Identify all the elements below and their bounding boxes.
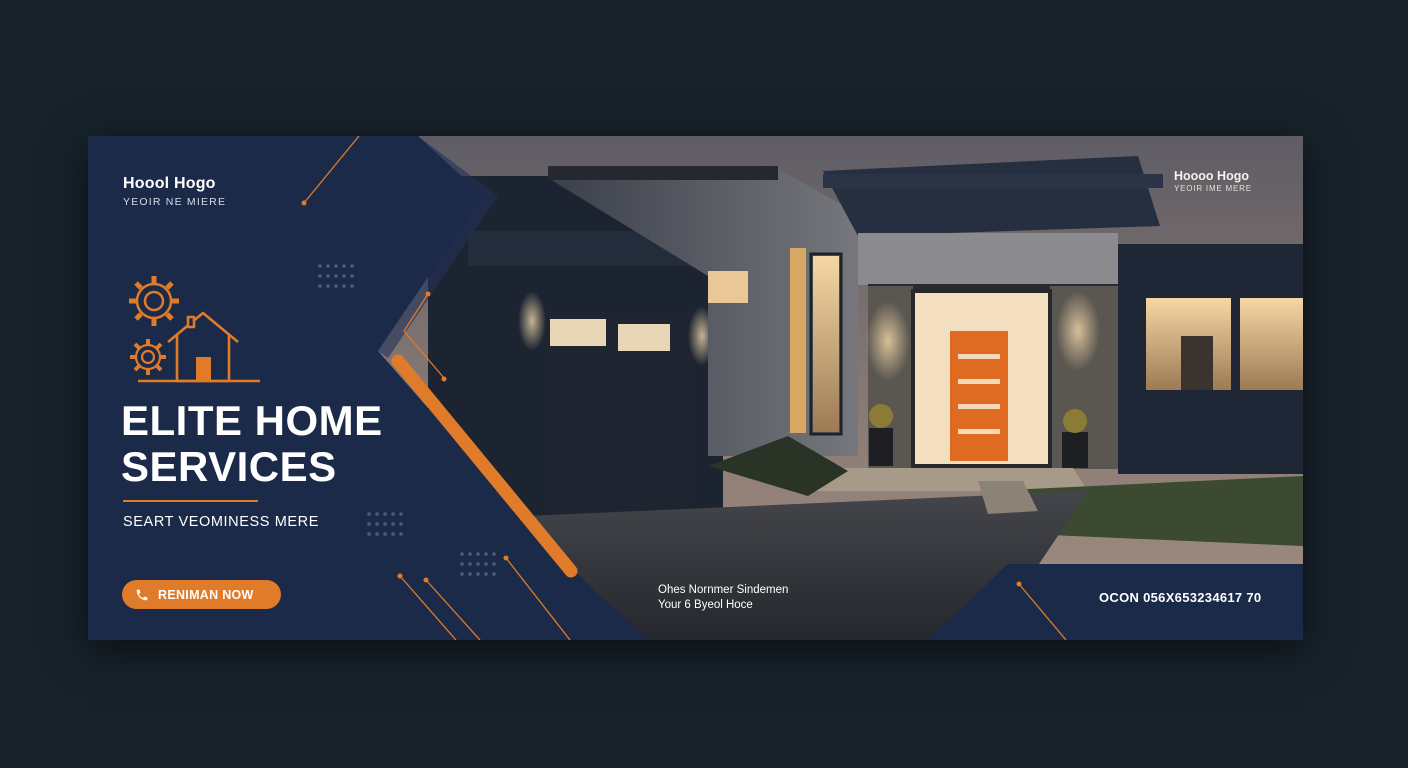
hero-banner: Hoool Hogo YEOIR NE MIERE Hoooo Hogo YEO… — [88, 136, 1303, 640]
cta-button[interactable]: RENIMAN NOW — [122, 580, 281, 609]
cta-label: RENIMAN NOW — [158, 587, 254, 602]
logo-subtitle: YEOIR NE MIERE — [123, 196, 227, 208]
logo-title: Hoool Hogo — [123, 175, 216, 192]
navy-overlay-graphics — [88, 136, 1303, 640]
secondary-logo-title: Hoooo Hogo — [1174, 169, 1249, 183]
headline: ELITE HOME SERVICES — [121, 398, 383, 490]
footer-info-line-1: Ohes Nornmer Sindemen — [658, 584, 789, 596]
secondary-logo-subtitle: YEOIR IME MERE — [1174, 184, 1252, 193]
gear-house-icon — [129, 276, 260, 383]
phone-icon — [136, 589, 148, 600]
footer-info-line-2: Your 6 Byeol Hoce — [658, 599, 753, 611]
phone-number: OCON 056X653234617 70 — [1099, 590, 1262, 605]
gear-icon — [129, 276, 179, 326]
footer-info: Ohes Nornmer Sindemen Your 6 Byeol Hoce — [658, 583, 788, 613]
headline-line-1: ELITE HOME — [121, 397, 383, 444]
headline-underline — [123, 500, 258, 502]
headline-line-2: SERVICES — [121, 443, 337, 490]
tagline: SEART VEOMINESS MERE — [123, 514, 319, 530]
gear-icon — [130, 339, 166, 375]
